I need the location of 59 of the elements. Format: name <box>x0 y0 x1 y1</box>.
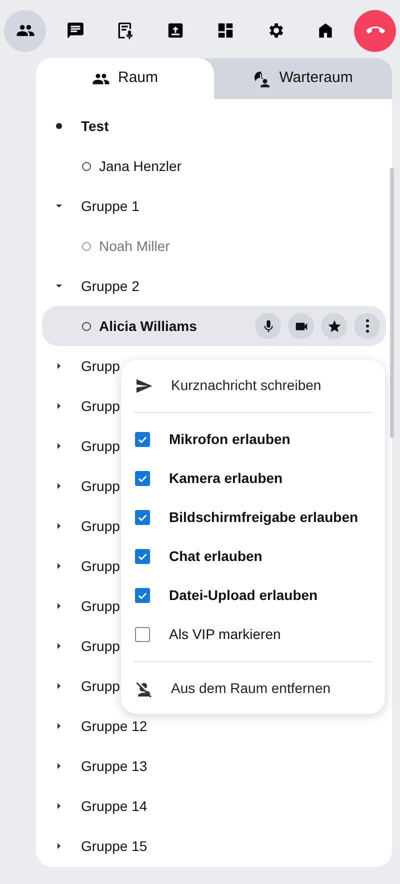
group-label[interactable]: Grupp <box>81 516 120 536</box>
participant-name: Noah Miller <box>99 236 170 256</box>
grid-icon <box>216 21 234 40</box>
star-icon <box>326 318 342 334</box>
group-label[interactable]: Grupp <box>81 436 120 456</box>
hang-up-button[interactable] <box>354 10 396 52</box>
toolbar-button[interactable] <box>4 10 46 52</box>
participant-row[interactable]: Jana Henzler <box>42 146 386 186</box>
clock-person-icon <box>253 70 272 88</box>
group-label[interactable]: Grupp <box>81 676 120 696</box>
microphone-button[interactable] <box>255 313 281 339</box>
more-button[interactable] <box>354 313 380 339</box>
more-icon <box>366 319 368 333</box>
check-icon <box>137 590 148 601</box>
tab[interactable]: Raum <box>36 58 214 99</box>
check-icon <box>137 512 148 523</box>
group-label[interactable]: Gruppe 12 <box>81 716 148 736</box>
checkbox-item[interactable]: Datei-Upload erlauben <box>121 576 385 615</box>
group-label[interactable]: Test <box>81 116 109 136</box>
checkbox-item[interactable]: Kamera erlauben <box>121 459 385 498</box>
scrollbar[interactable] <box>390 168 394 438</box>
checkbox-item[interactable]: Chat erlauben <box>121 537 385 576</box>
group-label[interactable]: Grupp <box>81 596 120 616</box>
participant-row[interactable]: Noah Miller <box>42 226 386 266</box>
group-label[interactable]: Gruppe 13 <box>81 756 148 776</box>
checkbox-item[interactable]: Mikrofon erlauben <box>121 420 385 459</box>
group-label[interactable]: Gruppe 14 <box>81 796 148 816</box>
menu-item[interactable]: Kurznachricht schreiben <box>121 366 385 405</box>
participant-name: Jana Henzler <box>99 156 182 176</box>
check-icon <box>137 434 148 445</box>
checkbox[interactable] <box>135 549 150 564</box>
checkbox-item[interactable]: Als VIP markieren <box>121 615 385 654</box>
checkbox-item[interactable]: Bildschirmfreigabe erlauben <box>121 498 385 537</box>
document-microphone-icon <box>116 21 134 40</box>
checkbox[interactable] <box>135 510 150 525</box>
checkbox[interactable] <box>135 432 150 447</box>
checkbox[interactable] <box>135 588 150 603</box>
participant-name: Alicia Williams <box>99 316 197 336</box>
group-label[interactable]: Grupp <box>81 356 120 376</box>
upload-icon <box>166 21 184 40</box>
star-button[interactable] <box>321 313 347 339</box>
group-label[interactable]: Grupp <box>81 556 120 576</box>
checkbox[interactable] <box>135 627 150 642</box>
group-label[interactable]: Grupp <box>81 476 120 496</box>
checkbox[interactable] <box>135 471 150 486</box>
participant-row[interactable]: Alicia Williams <box>42 306 386 346</box>
camera-button[interactable] <box>288 313 314 339</box>
group-label[interactable]: Gruppe 2 <box>81 276 140 296</box>
check-icon <box>137 473 148 484</box>
group-label[interactable]: Gruppe 1 <box>81 196 140 216</box>
person-crossed-icon <box>135 680 153 698</box>
menu-item[interactable]: Aus dem Raum entfernen <box>121 669 385 708</box>
group-label[interactable]: Grupp <box>81 396 120 416</box>
group-label[interactable]: Grupp <box>81 636 120 656</box>
send-icon <box>135 376 153 394</box>
check-icon <box>137 551 148 562</box>
group-label[interactable]: Gruppe 15 <box>81 836 148 856</box>
chat-icon <box>66 21 84 40</box>
bullet-icon[interactable] <box>56 123 62 129</box>
